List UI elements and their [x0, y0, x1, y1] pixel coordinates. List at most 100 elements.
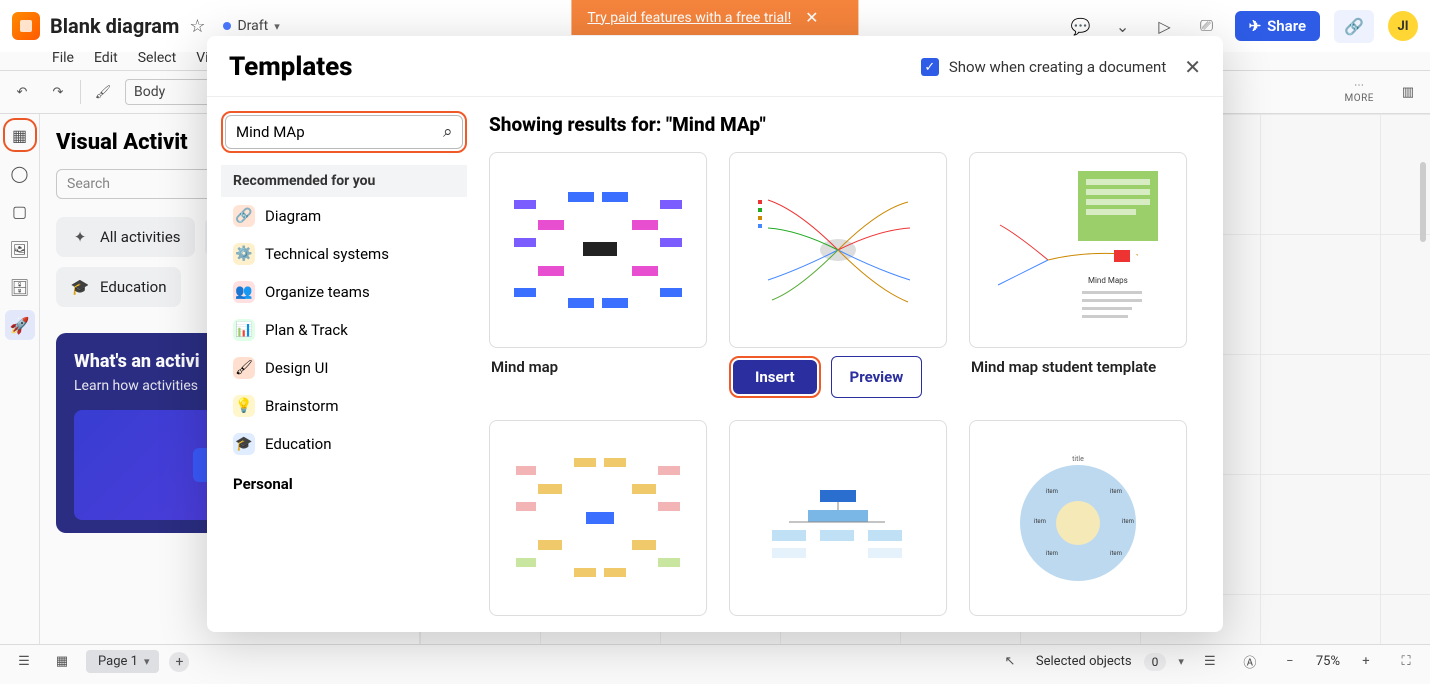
svg-text:title: title: [1072, 455, 1084, 463]
divider: [80, 80, 81, 104]
grid-icon[interactable]: ▦: [48, 648, 76, 676]
chevron-down-icon: ▾: [144, 655, 150, 668]
more-menu[interactable]: ⋯ MORE: [1345, 80, 1374, 104]
search-input[interactable]: [236, 123, 435, 141]
people-icon: 👥: [233, 281, 255, 303]
cat-brainstorm[interactable]: 💡Brainstorm: [221, 387, 467, 425]
cat-plan[interactable]: 📊Plan & Track: [221, 311, 467, 349]
templates-modal: Templates ✓ Show when creating a documen…: [207, 36, 1223, 632]
cursor-icon[interactable]: ↖: [996, 648, 1024, 676]
zoom-level: 75%: [1316, 654, 1340, 669]
chip-education[interactable]: 🎓Education: [56, 267, 181, 307]
modal-backdrop: Templates ✓ Show when creating a documen…: [0, 52, 1430, 684]
categories: Recommended for you 🔗Diagram ⚙️Technical…: [221, 165, 467, 501]
results-grid: Mind map: [489, 152, 1201, 616]
shapes-rail-icon[interactable]: ◯: [5, 158, 35, 188]
templates-rail-icon[interactable]: ▦: [5, 120, 35, 150]
bulb-icon: 💡: [233, 395, 255, 417]
preview-button[interactable]: Preview: [831, 356, 923, 398]
share-label: Share: [1267, 17, 1306, 35]
chevron-down-icon[interactable]: ▾: [1178, 655, 1184, 668]
style-select[interactable]: Body: [125, 79, 215, 105]
chip-all-activities[interactable]: ✦All activities: [56, 217, 195, 257]
layers-icon[interactable]: ☰: [1196, 648, 1224, 676]
results-area: Showing results for: "Mind MAp": [467, 97, 1223, 632]
chevron-down-icon: ▾: [274, 20, 280, 33]
template-thumbnail: [729, 152, 947, 348]
add-page-button[interactable]: +: [169, 652, 189, 672]
template-card[interactable]: [729, 420, 947, 616]
cat-design[interactable]: 🖌Design UI: [221, 349, 467, 387]
share-button[interactable]: ✈ Share: [1235, 11, 1321, 41]
send-icon: ✈: [1249, 17, 1262, 35]
cat-education[interactable]: 🎓Education: [221, 425, 467, 463]
cat-organize[interactable]: 👥Organize teams: [221, 273, 467, 311]
svg-text:item: item: [1046, 488, 1058, 495]
star-icon[interactable]: ☆: [189, 16, 205, 37]
zoom-in-button[interactable]: +: [1352, 648, 1380, 676]
template-card[interactable]: title itemitem itemitem itemitem: [969, 420, 1187, 616]
link-button[interactable]: 🔗: [1334, 10, 1374, 43]
chart-icon: 📊: [233, 319, 255, 341]
fullscreen-icon[interactable]: ⛶: [1392, 648, 1420, 676]
template-search[interactable]: ⌕: [225, 115, 463, 149]
status-dot-icon: [223, 22, 231, 30]
bottom-right: ↖ Selected objects 0 ▾ ☰ Ⓐ − 75% + ⛶: [996, 648, 1420, 676]
cat-diagram[interactable]: 🔗Diagram: [221, 197, 467, 235]
template-card-selected[interactable]: Insert Preview: [729, 152, 947, 398]
gear-icon: ⚙️: [233, 243, 255, 265]
menu-select[interactable]: Select: [138, 50, 176, 66]
list-icon[interactable]: ☰: [10, 648, 38, 676]
app-logo: [12, 12, 40, 40]
zoom-out-button[interactable]: −: [1276, 648, 1304, 676]
menu-edit[interactable]: Edit: [94, 50, 118, 66]
template-thumbnail: [489, 420, 707, 616]
panel-icon[interactable]: ▥: [1394, 78, 1422, 106]
graduation-icon: 🎓: [233, 433, 255, 455]
svg-text:Mind Maps: Mind Maps: [1088, 276, 1128, 285]
avatar[interactable]: JI: [1388, 11, 1418, 41]
personal-header[interactable]: Personal: [221, 467, 467, 501]
modal-body: ⌕ Recommended for you 🔗Diagram ⚙️Technic…: [207, 96, 1223, 632]
undo-icon[interactable]: ↶: [8, 78, 36, 106]
page-tab[interactable]: Page 1 ▾: [86, 650, 159, 673]
menu-file[interactable]: File: [52, 50, 74, 66]
sparkle-icon: ✦: [70, 227, 90, 247]
template-label: Mind map: [489, 348, 707, 398]
modal-title: Templates: [229, 52, 353, 82]
document-title[interactable]: Blank diagram: [50, 14, 179, 38]
svg-text:item: item: [1034, 518, 1046, 525]
square-rail-icon[interactable]: ▢: [5, 196, 35, 226]
template-thumbnail: title itemitem itemitem itemitem: [969, 420, 1187, 616]
template-card[interactable]: Mind map: [489, 152, 707, 398]
template-thumbnail: Mind Maps: [969, 152, 1187, 348]
svg-text:item: item: [1046, 550, 1058, 557]
selected-label: Selected objects: [1036, 654, 1132, 669]
selected-count: 0: [1144, 653, 1167, 671]
close-icon[interactable]: ✕: [1184, 55, 1201, 79]
cat-technical[interactable]: ⚙️Technical systems: [221, 235, 467, 273]
status-label: Draft: [237, 18, 268, 34]
modal-sidebar: ⌕ Recommended for you 🔗Diagram ⚙️Technic…: [207, 97, 467, 632]
show-when-checkbox[interactable]: ✓ Show when creating a document: [921, 58, 1166, 76]
redo-icon[interactable]: ↷: [44, 78, 72, 106]
data-rail-icon[interactable]: 🗄: [5, 272, 35, 302]
template-card[interactable]: [489, 420, 707, 616]
template-label: Mind map student template: [969, 348, 1187, 398]
trial-link[interactable]: Try paid features with a free trial!: [587, 10, 791, 26]
diagram-icon: 🔗: [233, 205, 255, 227]
accessibility-icon[interactable]: Ⓐ: [1236, 648, 1264, 676]
template-card[interactable]: Mind Maps Mind map student template: [969, 152, 1187, 398]
search-icon[interactable]: ⌕: [443, 122, 453, 142]
status-dropdown[interactable]: Draft ▾: [215, 14, 287, 38]
svg-text:item: item: [1110, 550, 1122, 557]
style-label: Body: [134, 84, 165, 100]
bottom-bar: ☰ ▦ Page 1 ▾ + ↖ Selected objects 0 ▾ ☰ …: [0, 644, 1430, 678]
template-thumbnail: [729, 420, 947, 616]
close-icon[interactable]: ✕: [805, 8, 818, 27]
image-rail-icon[interactable]: 🖼: [5, 234, 35, 264]
paint-icon[interactable]: 🖌: [89, 78, 117, 106]
modal-header: Templates ✓ Show when creating a documen…: [207, 36, 1223, 96]
insert-button[interactable]: Insert: [733, 360, 817, 394]
rocket-rail-icon[interactable]: 🚀: [5, 310, 35, 340]
